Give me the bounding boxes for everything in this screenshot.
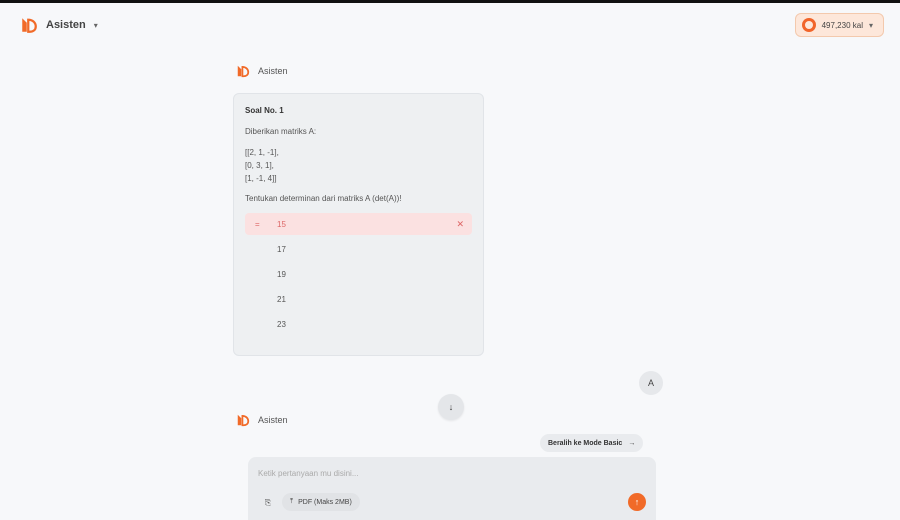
upload-pdf-button[interactable]: ⤒ PDF (Maks 2MB)	[282, 493, 360, 511]
scroll-down-button[interactable]: ↓	[438, 394, 464, 420]
chevron-down-icon: ▾	[868, 20, 873, 30]
wrong-marker-icon: =	[255, 219, 260, 229]
option-label: 23	[277, 319, 286, 329]
switch-mode-label: Beralih ke Mode Basic	[548, 439, 623, 447]
upload-icon: ⤒	[290, 498, 294, 505]
brand-logo-icon	[22, 18, 37, 33]
app-switcher[interactable]: Asisten ▾	[20, 16, 98, 34]
credit-flame-icon	[801, 18, 816, 32]
user-message-bubble: A	[639, 371, 663, 395]
app-name: Asisten	[46, 19, 86, 31]
pdf-label: PDF (Maks 2MB)	[298, 498, 352, 506]
option-label: 21	[277, 294, 286, 304]
option-label: 15	[277, 219, 286, 229]
answer-option[interactable]: 17	[245, 238, 472, 260]
attach-button[interactable]: ⎘	[260, 495, 276, 511]
option-label: 19	[277, 269, 286, 279]
assistant-header: Asisten	[236, 64, 288, 78]
assistant-logo-icon	[237, 65, 250, 78]
close-icon: ✕	[456, 218, 464, 229]
question-instruction: Tentukan determinan dari matriks A (det(…	[245, 194, 402, 203]
assistant-header: Asisten	[236, 413, 288, 427]
message-input[interactable]	[258, 465, 638, 481]
answer-option[interactable]: 21	[245, 288, 472, 310]
answer-option-wrong[interactable]: = 15 ✕	[245, 213, 472, 235]
matrix: [[2, 1, -1], [0, 3, 1], [1, -1, 4]]	[245, 146, 472, 185]
composer: ⎘ ⤒ PDF (Maks 2MB) ↑	[248, 457, 656, 520]
matrix-row: [1, -1, 4]]	[245, 174, 277, 183]
attach-icon: ⎘	[264, 498, 272, 507]
question-intro: Diberikan matriks A:	[245, 127, 317, 136]
assistant-label: Asisten	[258, 415, 288, 425]
credits-value: 497,230 kal	[821, 20, 863, 30]
answer-option[interactable]: 19	[245, 263, 472, 285]
arrow-right-icon: →	[628, 439, 636, 447]
switch-mode-button[interactable]: Beralih ke Mode Basic →	[540, 434, 644, 452]
answer-options: = 15 ✕ 17 19 21 23	[245, 213, 472, 335]
send-button[interactable]: ↑	[628, 493, 646, 511]
answer-option[interactable]: 23	[245, 313, 472, 335]
arrow-down-icon: ↓	[448, 402, 454, 412]
assistant-label: Asisten	[258, 66, 288, 76]
chevron-down-icon: ▾	[93, 20, 98, 30]
top-border	[0, 0, 900, 3]
matrix-row: [[2, 1, -1],	[245, 148, 279, 157]
credits-dropdown[interactable]: 497,230 kal ▾	[794, 13, 884, 37]
question-card: Soal No. 1 Diberikan matriks A: [[2, 1, …	[233, 93, 484, 356]
matrix-row: [0, 3, 1],	[245, 161, 274, 170]
assistant-logo-icon	[237, 414, 250, 427]
question-title: Soal No. 1	[245, 106, 284, 115]
option-label: 17	[277, 244, 286, 254]
arrow-up-icon: ↑	[634, 497, 640, 507]
